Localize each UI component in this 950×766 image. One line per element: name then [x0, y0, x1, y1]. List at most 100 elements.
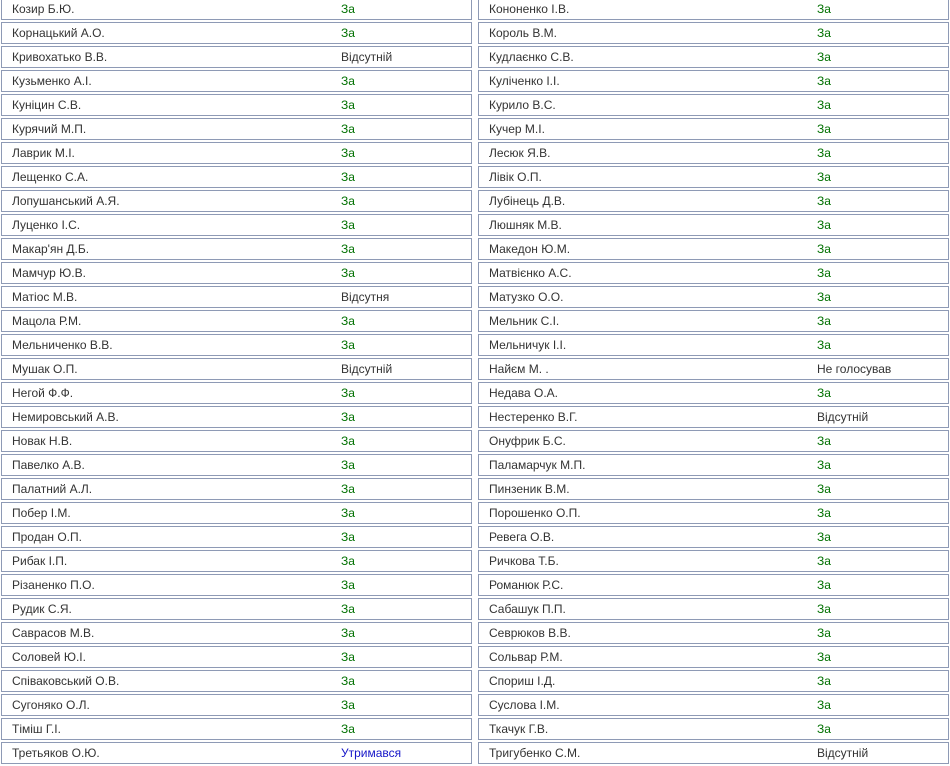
- vote-result: За: [817, 290, 831, 304]
- deputy-name: Негой Ф.Ф.: [12, 386, 74, 400]
- deputy-name: Нестеренко В.Г.: [489, 410, 578, 424]
- deputy-name: Севрюков В.В.: [489, 626, 571, 640]
- vote-result: Не голосував: [817, 362, 892, 376]
- voting-list-left: Козир Б.Ю. За Корнацький А.О. За Кривохатько…: [1, 0, 472, 766]
- vote-result: За: [817, 530, 831, 544]
- vote-result: За: [341, 554, 355, 568]
- deputy-name: Романюк Р.С.: [489, 578, 564, 592]
- vote-result: За: [817, 266, 831, 280]
- deputy-name: Курило В.С.: [489, 98, 556, 112]
- vote-result: За: [817, 194, 831, 208]
- deputy-vote-row: Павелко А.В. За: [1, 454, 472, 476]
- deputy-name: Кононенко І.В.: [489, 2, 570, 16]
- deputy-name: Лівік О.П.: [489, 170, 542, 184]
- deputy-name: Співаковський О.В.: [12, 674, 120, 688]
- deputy-name: Спориш І.Д.: [489, 674, 556, 688]
- vote-result: За: [817, 434, 831, 448]
- deputy-name: Суслова І.М.: [489, 698, 560, 712]
- deputy-name: Ричкова Т.Б.: [489, 554, 559, 568]
- vote-result: За: [341, 410, 355, 424]
- deputy-vote-row: Спориш І.Д. За: [478, 670, 949, 692]
- vote-result: За: [341, 602, 355, 616]
- vote-result: За: [817, 698, 831, 712]
- deputy-name: Павелко А.В.: [12, 458, 85, 472]
- deputy-vote-row: Нестеренко В.Г. Відсутній: [478, 406, 949, 428]
- deputy-vote-row: Недава О.А. За: [478, 382, 949, 404]
- deputy-name: Тригубенко С.М.: [489, 746, 581, 760]
- deputy-vote-row: Сольвар Р.М. За: [478, 646, 949, 668]
- deputy-vote-row: Мушак О.П. Відсутній: [1, 358, 472, 380]
- deputy-vote-row: Куніцин С.В. За: [1, 94, 472, 116]
- deputy-vote-row: Найєм М. . Не голосував: [478, 358, 949, 380]
- deputy-vote-row: Курячий М.П. За: [1, 118, 472, 140]
- vote-result: За: [341, 170, 355, 184]
- deputy-vote-row: Луценко І.С. За: [1, 214, 472, 236]
- deputy-name: Лещенко С.А.: [12, 170, 89, 184]
- voting-list-right: Кононенко І.В. За Король В.М. За Кудлаєнко С…: [478, 0, 949, 766]
- deputy-name: Люшняк М.В.: [489, 218, 562, 232]
- vote-result: За: [817, 242, 831, 256]
- deputy-name: Соловей Ю.І.: [12, 650, 86, 664]
- vote-result: За: [817, 314, 831, 328]
- vote-result: За: [817, 98, 831, 112]
- deputy-vote-row: Третьяков О.Ю. Утримався: [1, 742, 472, 764]
- vote-result: Відсутній: [817, 410, 869, 424]
- vote-result: За: [817, 122, 831, 136]
- deputy-name: Рибак І.П.: [12, 554, 68, 568]
- deputy-vote-row: Козир Б.Ю. За: [1, 0, 472, 20]
- deputy-vote-row: Пинзеник В.М. За: [478, 478, 949, 500]
- deputy-name: Третьяков О.Ю.: [12, 746, 100, 760]
- deputy-name: Кучер М.І.: [489, 122, 545, 136]
- vote-result: За: [341, 722, 355, 736]
- deputy-vote-row: Онуфрик Б.С. За: [478, 430, 949, 452]
- deputy-vote-row: Лопушанський А.Я. За: [1, 190, 472, 212]
- deputy-vote-row: Мельниченко В.В. За: [1, 334, 472, 356]
- deputy-name: Пинзеник В.М.: [489, 482, 570, 496]
- vote-result: За: [817, 626, 831, 640]
- vote-result: За: [817, 386, 831, 400]
- deputy-vote-row: Макар'ян Д.Б. За: [1, 238, 472, 260]
- vote-result: За: [341, 434, 355, 448]
- deputy-name: Палатний А.Л.: [12, 482, 93, 496]
- deputy-name: Матузко О.О.: [489, 290, 564, 304]
- vote-result: За: [341, 98, 355, 112]
- deputy-name: Корнацький А.О.: [12, 26, 105, 40]
- vote-result: Відсутня: [341, 290, 390, 304]
- deputy-vote-row: Тригубенко С.М. Відсутній: [478, 742, 949, 764]
- deputy-name: Лесюк Я.В.: [489, 146, 551, 160]
- deputy-vote-row: Кучер М.І. За: [478, 118, 949, 140]
- deputy-vote-row: Севрюков В.В. За: [478, 622, 949, 644]
- deputy-name: Різаненко П.О.: [12, 578, 95, 592]
- deputy-vote-row: Кудлаєнко С.В. За: [478, 46, 949, 68]
- vote-result: За: [817, 506, 831, 520]
- deputy-vote-row: Лівік О.П. За: [478, 166, 949, 188]
- deputy-name: Порошенко О.П.: [489, 506, 581, 520]
- deputy-vote-row: Суслова І.М. За: [478, 694, 949, 716]
- vote-result: За: [341, 578, 355, 592]
- vote-result: Утримався: [341, 746, 402, 760]
- deputy-vote-row: Лесюк Я.В. За: [478, 142, 949, 164]
- deputy-vote-row: Курило В.С. За: [478, 94, 949, 116]
- vote-result: За: [341, 482, 355, 496]
- vote-result: За: [341, 266, 355, 280]
- deputy-name: Найєм М. .: [489, 362, 549, 376]
- deputy-name: Сольвар Р.М.: [489, 650, 563, 664]
- deputy-vote-row: Корнацький А.О. За: [1, 22, 472, 44]
- deputy-name: Тіміш Г.І.: [12, 722, 61, 736]
- deputy-vote-row: Мамчур Ю.В. За: [1, 262, 472, 284]
- deputy-name: Лаврик М.І.: [12, 146, 75, 160]
- deputy-vote-row: Кузьменко А.І. За: [1, 70, 472, 92]
- deputy-vote-row: Негой Ф.Ф. За: [1, 382, 472, 404]
- vote-result: За: [817, 26, 831, 40]
- deputy-name: Матвієнко А.С.: [489, 266, 572, 280]
- vote-result: За: [817, 2, 831, 16]
- deputy-name: Матіос М.В.: [12, 290, 78, 304]
- deputy-vote-row: Мельничук І.І. За: [478, 334, 949, 356]
- deputy-name: Король В.М.: [489, 26, 558, 40]
- deputy-vote-row: Матузко О.О. За: [478, 286, 949, 308]
- deputy-name: Макар'ян Д.Б.: [12, 242, 90, 256]
- deputy-vote-row: Палатний А.Л. За: [1, 478, 472, 500]
- deputy-vote-row: Побер І.М. За: [1, 502, 472, 524]
- deputy-vote-row: Куліченко І.І. За: [478, 70, 949, 92]
- deputy-name: Лубінець Д.В.: [489, 194, 566, 208]
